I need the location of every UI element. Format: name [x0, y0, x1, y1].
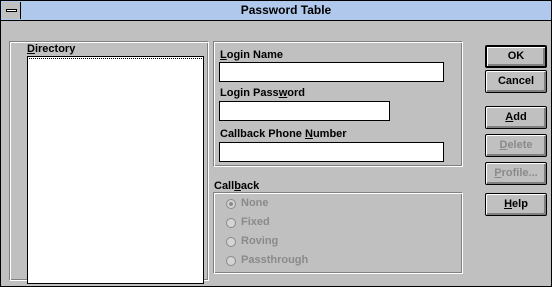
ok-button[interactable]: OK: [485, 45, 547, 68]
login-password-field[interactable]: [219, 101, 390, 121]
login-name-label: Login Name: [220, 49, 283, 61]
window-title: Password Table: [240, 3, 332, 17]
cancel-button[interactable]: Cancel: [485, 70, 547, 93]
callback-none-label: None: [241, 197, 269, 209]
callback-roving-radio[interactable]: [226, 237, 236, 247]
callback-fixed-radio[interactable]: [226, 218, 236, 228]
callback-none-radio[interactable]: [226, 199, 236, 209]
callback-label: Callback: [214, 180, 260, 192]
login-password-label: Login Password: [220, 87, 305, 99]
callback-phone-field[interactable]: [219, 142, 444, 162]
directory-listbox[interactable]: [27, 56, 204, 284]
system-menu-icon: [6, 9, 17, 12]
add-button[interactable]: Add: [485, 106, 547, 129]
system-menu-button[interactable]: [2, 2, 21, 19]
help-button[interactable]: Help: [485, 193, 547, 216]
directory-label: Directory: [27, 43, 76, 55]
login-name-field[interactable]: [219, 62, 444, 82]
password-table-dialog: Password Table Directory Login Name Logi…: [0, 0, 552, 287]
profile-button[interactable]: Profile...: [485, 162, 547, 185]
delete-button[interactable]: Delete: [485, 134, 547, 157]
listbox-focus-line: [29, 58, 202, 59]
title-bar[interactable]: Password Table: [1, 1, 551, 21]
callback-passthrough-label: Passthrough: [241, 254, 309, 266]
callback-phone-label: Callback Phone Number: [220, 128, 347, 140]
radio-selected-dot: [229, 202, 233, 206]
callback-passthrough-radio[interactable]: [226, 256, 236, 266]
callback-fixed-label: Fixed: [241, 216, 270, 228]
callback-roving-label: Roving: [241, 235, 279, 247]
